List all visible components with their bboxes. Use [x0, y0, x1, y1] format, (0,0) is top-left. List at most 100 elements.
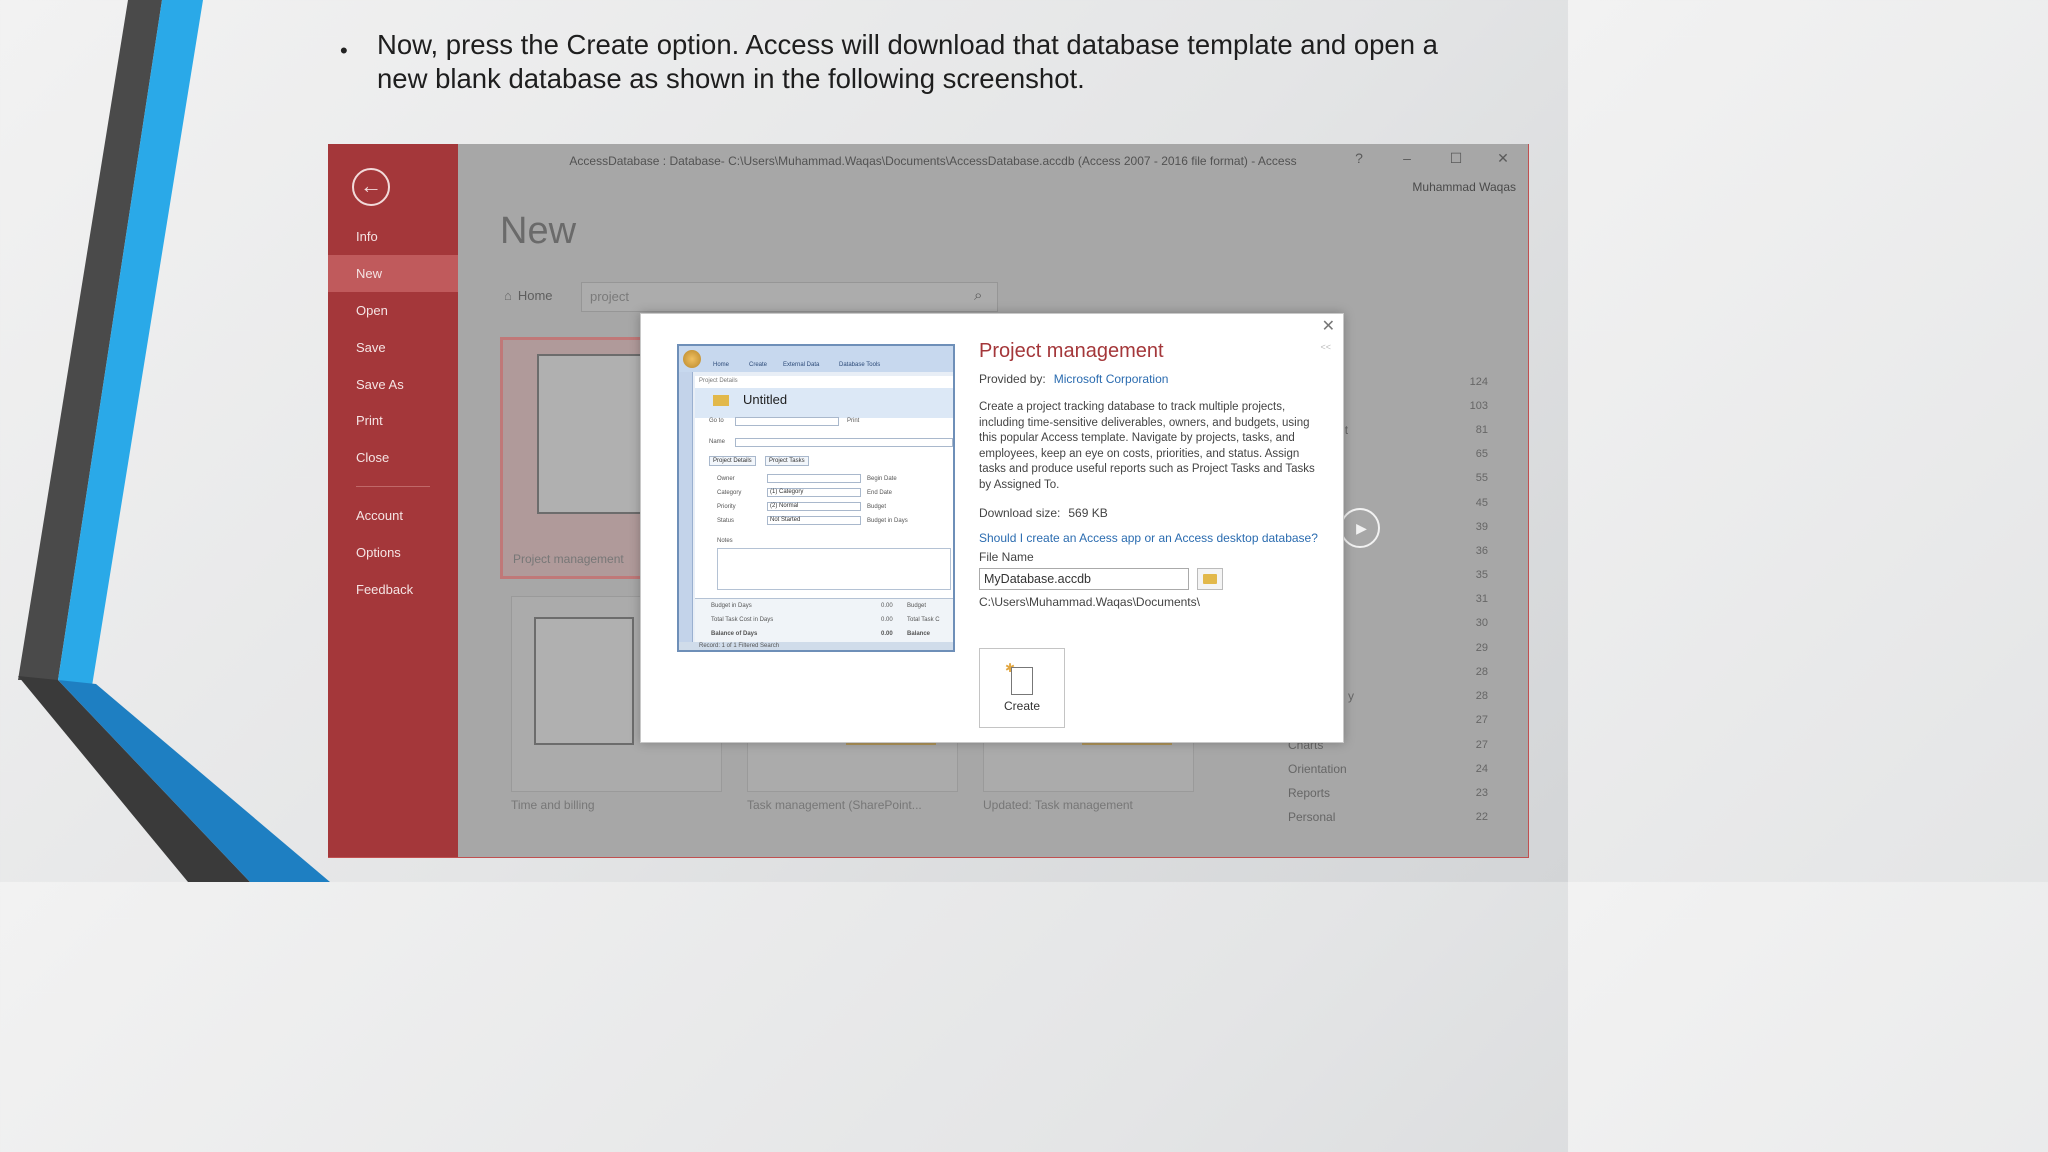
sidebar-item-feedback[interactable]: Feedback [328, 571, 458, 608]
preview-total-right: Balance [907, 631, 931, 637]
category-count: 27 [1475, 739, 1488, 751]
preview-field-label: Status [717, 518, 735, 524]
category-count: 103 [1469, 400, 1488, 412]
template-thumbnail [537, 354, 647, 514]
preview-name-field [735, 438, 953, 447]
preview-ribbon [679, 346, 953, 372]
preview-total-label: Balance of Days [711, 631, 758, 637]
sidebar-item-new[interactable]: New [328, 255, 458, 292]
preview-total-right: Total Task C [907, 617, 940, 623]
preview-field: (1) Category [767, 488, 861, 497]
file-path: C:\Users\Muhammad.Waqas\Documents\ [979, 595, 1200, 609]
template-label: Updated: Task management [983, 798, 1133, 812]
sidebar-item-open[interactable]: Open [328, 292, 458, 329]
category-count: 28 [1475, 666, 1488, 678]
template-preview-image: Home Create External Data Database Tools… [677, 344, 955, 652]
preview-total-value: 0.00 [881, 603, 893, 609]
preview-title: Untitled [743, 392, 788, 407]
category-count: 39 [1475, 521, 1488, 533]
preview-status-bar: Record: 1 of 1 Filtered Search [679, 642, 953, 650]
provided-by: Provided by: Microsoft Corporation [979, 372, 1168, 386]
category-count: 81 [1475, 424, 1488, 436]
home-link[interactable]: ⌂ Home [504, 288, 553, 303]
sidebar-item-close[interactable]: Close [328, 439, 458, 476]
category-name[interactable]: Personal [1288, 810, 1335, 824]
preview-status-text: Record: 1 of 1 Filtered Search [699, 643, 780, 649]
preview-total-value: 0.00 [881, 631, 893, 637]
preview-name-label: Name [709, 439, 726, 445]
file-name-label: File Name [979, 550, 1034, 564]
category-name[interactable]: Reports [1288, 786, 1330, 800]
template-label: Time and billing [511, 798, 595, 812]
maximize-icon[interactable]: ☐ [1446, 150, 1466, 167]
sidebar-item-save-as[interactable]: Save As [328, 366, 458, 403]
provider-link[interactable]: Microsoft Corporation [1054, 372, 1169, 386]
download-size: Download size: 569 KB [979, 506, 1108, 520]
sidebar-item-info[interactable]: Info [328, 218, 458, 255]
preview-folder-icon [713, 395, 729, 406]
slide-decoration [18, 0, 330, 882]
category-count: 55 [1475, 472, 1488, 484]
download-size-label: Download size: [979, 506, 1061, 520]
preview-tab: External Data [783, 362, 820, 368]
create-button[interactable]: ✱ Create [979, 648, 1065, 728]
category-count: 23 [1475, 787, 1488, 799]
search-icon[interactable]: ⌕ [974, 287, 982, 304]
category-name[interactable]: y [1348, 689, 1354, 703]
sidebar-divider [356, 486, 430, 487]
preview-goto-field [735, 417, 839, 426]
preview-right-label: End Date [867, 490, 893, 496]
category-count: 30 [1475, 617, 1488, 629]
file-name-input[interactable] [979, 568, 1189, 590]
carousel-next-icon[interactable]: ▶ [1340, 508, 1380, 548]
help-icon[interactable]: ? [1349, 150, 1369, 166]
preview-notes-label: Notes [717, 538, 733, 544]
category-name[interactable]: Orientation [1288, 762, 1347, 776]
preview-notes-box [717, 548, 951, 590]
download-size-value: 569 KB [1068, 506, 1108, 520]
office-logo-icon [683, 350, 701, 368]
preview-form: Project Details Untitled Go to Print Nam… [695, 376, 953, 642]
sidebar-item-options[interactable]: Options [328, 534, 458, 571]
preview-print: Print [847, 418, 860, 424]
user-name[interactable]: Muhammad Waqas [1412, 180, 1516, 194]
preview-field-label: Owner [717, 476, 735, 482]
dialog-title: Project management [979, 340, 1164, 362]
category-count: 36 [1475, 545, 1488, 557]
preview-field [767, 474, 861, 483]
preview-header [695, 388, 953, 418]
category-count: 22 [1475, 811, 1488, 823]
back-arrow-icon[interactable]: ← [352, 168, 390, 206]
backstage-sidebar: ← Info New Open Save Save As Print Close… [328, 144, 458, 857]
dialog-close-icon[interactable]: ✕ [1322, 316, 1335, 336]
preview-right-label: Budget in Days [867, 518, 908, 524]
page-title: New [500, 210, 577, 252]
folder-icon [1203, 573, 1217, 584]
preview-field-label: Priority [717, 504, 736, 510]
preview-tab: Create [749, 362, 768, 368]
provided-by-label: Provided by: [979, 372, 1046, 386]
close-icon[interactable]: ✕ [1493, 150, 1513, 167]
sidebar-item-account[interactable]: Account [328, 497, 458, 534]
preview-right-label: Budget [867, 504, 887, 510]
preview-subtab: Project Details [709, 456, 756, 466]
minimize-icon[interactable]: – [1397, 150, 1417, 166]
create-label: Create [1003, 699, 1041, 713]
sidebar-item-save[interactable]: Save [328, 329, 458, 366]
preview-tab: Home [713, 362, 730, 368]
dialog-collapse-icon[interactable]: << [1320, 342, 1331, 352]
preview-tab: Database Tools [839, 362, 881, 368]
template-description: Create a project tracking database to tr… [979, 401, 1315, 491]
preview-totals: Budget in Days 0.00 Budget Total Task Co… [695, 598, 953, 642]
category-count: 24 [1475, 763, 1488, 775]
slide-bullet-text: Now, press the Create option. Access wil… [377, 29, 1438, 94]
template-search-input[interactable]: project [581, 282, 998, 312]
sidebar-item-print[interactable]: Print [328, 402, 458, 439]
preview-field: (2) Normal [767, 502, 861, 511]
preview-total-label: Total Task Cost in Days [711, 617, 774, 623]
bullet-marker: • [340, 38, 348, 63]
template-label: Project management [513, 552, 624, 566]
app-vs-desktop-help-link[interactable]: Should I create an Access app or an Acce… [979, 531, 1318, 545]
preview-goto: Go to [709, 418, 724, 424]
browse-folder-button[interactable] [1197, 568, 1223, 590]
